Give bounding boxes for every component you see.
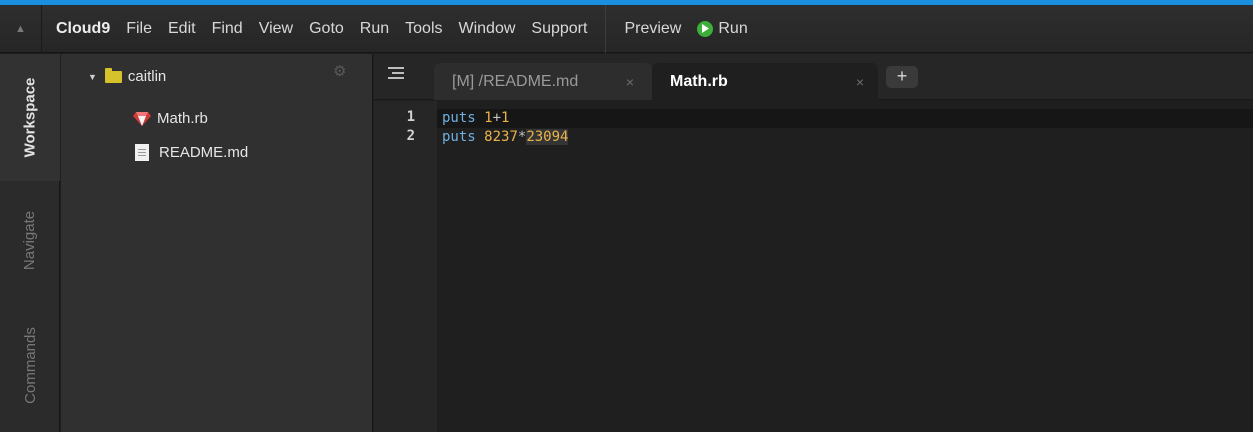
tree-file-math[interactable]: Math.rb	[133, 110, 208, 127]
menu-file[interactable]: File	[118, 5, 160, 53]
tab-workspace[interactable]: Workspace	[0, 54, 60, 181]
line-number: 1	[406, 109, 415, 125]
line-number: 2	[406, 128, 415, 144]
gear-icon[interactable]: ⚙	[333, 62, 346, 80]
tree-file-math-label: Math.rb	[157, 110, 208, 127]
menu-view[interactable]: View	[251, 5, 301, 53]
menu-window[interactable]: Window	[451, 5, 524, 53]
tree-file-readme-label: README.md	[159, 144, 249, 161]
tab-math-label: Math.rb	[670, 72, 728, 90]
number-token: 8237	[484, 129, 518, 145]
tab-readme-label: [M] /README.md	[452, 72, 579, 90]
code-line[interactable]: puts 8237*23094	[437, 128, 1253, 147]
run-button-label: Run	[718, 19, 748, 37]
menu-support[interactable]: Support	[523, 5, 595, 53]
chevron-down-icon[interactable]: ▼	[88, 72, 97, 82]
code-line[interactable]: puts 1+1	[437, 109, 1253, 128]
preview-button[interactable]: Preview	[616, 5, 689, 53]
tab-workspace-label: Workspace	[21, 77, 39, 158]
editor-tab-bar: [M] /README.md × Math.rb × +	[374, 54, 1253, 100]
menu-find[interactable]: Find	[204, 5, 251, 53]
menu-goto[interactable]: Goto	[301, 5, 352, 53]
text-file-icon	[135, 144, 149, 161]
ruby-file-icon	[133, 111, 151, 126]
workspace-tree: ⚙ ▼ caitlin Math.rb README.md	[61, 54, 373, 432]
menu-cloud9[interactable]: Cloud9	[42, 5, 118, 53]
tab-navigate[interactable]: Navigate	[0, 181, 60, 299]
tab-navigate-label: Navigate	[21, 210, 39, 270]
tree-file-readme[interactable]: README.md	[135, 144, 248, 161]
keyword-token: puts	[442, 129, 476, 145]
tab-list-icon[interactable]	[388, 66, 404, 80]
run-button[interactable]: Run	[689, 20, 755, 38]
tab-math[interactable]: Math.rb ×	[652, 63, 878, 100]
close-icon[interactable]: ×	[626, 74, 634, 90]
tab-commands[interactable]: Commands	[0, 299, 60, 432]
tab-readme[interactable]: [M] /README.md ×	[434, 63, 652, 100]
tree-folder-row[interactable]: ▼ caitlin	[88, 67, 167, 85]
line-number-gutter: 1 2	[374, 101, 437, 432]
menu-bar: ▲ Cloud9 File Edit Find View Goto Run To…	[0, 4, 1253, 53]
menu-edit[interactable]: Edit	[160, 5, 204, 53]
tab-commands-label: Commands	[21, 327, 39, 404]
number-token: 23094	[526, 129, 569, 145]
tree-folder-label: caitlin	[127, 68, 167, 85]
folder-icon	[104, 67, 122, 83]
add-tab-button[interactable]: +	[886, 66, 918, 88]
close-icon[interactable]: ×	[856, 74, 864, 90]
code-editor[interactable]: puts 1+1 puts 8237*23094	[437, 101, 1253, 432]
collapse-up-icon[interactable]: ▲	[0, 4, 42, 53]
keyword-token: puts	[442, 110, 476, 126]
number-token: 1	[501, 110, 510, 126]
menu-run[interactable]: Run	[352, 5, 397, 53]
play-circle-icon	[697, 20, 714, 37]
side-tab-strip: Workspace Navigate Commands	[0, 54, 60, 432]
menu-tools[interactable]: Tools	[397, 5, 450, 53]
number-token: 1	[484, 110, 493, 126]
menu-divider	[605, 4, 607, 53]
operator-token: +	[492, 110, 502, 126]
